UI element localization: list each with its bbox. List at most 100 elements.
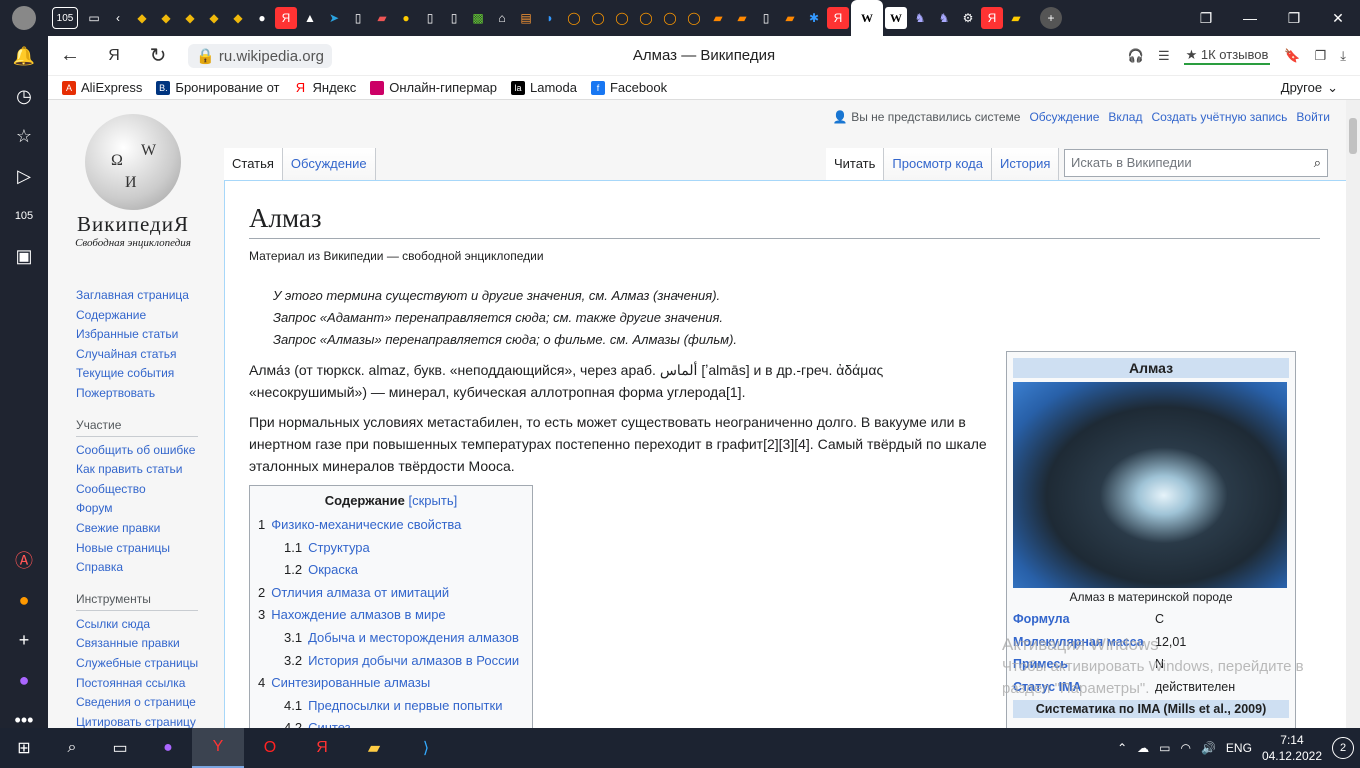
nav-help[interactable]: Справка [76,558,226,578]
tray-expand-icon[interactable]: ⌃ [1117,741,1127,755]
tab-favicon[interactable]: ▰ [1005,7,1027,29]
tab-favicon[interactable]: ▩ [467,7,489,29]
nav-forum[interactable]: Форум [76,499,226,519]
github-tab-icon[interactable]: ● [251,7,273,29]
document-tab-icon[interactable]: ▯ [443,7,465,29]
tab-favicon[interactable]: ♞ [933,7,955,29]
wikipedia-tab-icon[interactable]: W [885,7,907,29]
yandex-tab-icon[interactable]: Я [981,7,1003,29]
notification-center-icon[interactable]: 2 [1332,737,1354,759]
page-scrollbar[interactable] [1346,100,1360,732]
tab-view-source[interactable]: Просмотр кода [884,148,992,180]
document-tab-icon[interactable]: ▯ [347,7,369,29]
scrollbar-thumb[interactable] [1349,118,1357,154]
clock[interactable]: 7:14 04.12.2022 [1262,732,1322,764]
new-tab-group-icon[interactable]: ▭ [83,7,105,29]
headphones-icon[interactable]: 🎧 [1128,48,1144,64]
tab-favicon[interactable]: ◯ [587,7,609,29]
toc-item[interactable]: 3.2 История добычи алмазов в России [258,650,524,673]
wikipedia-logo[interactable]: Ω W И ВикипедиЯ Свободная энциклопедия [68,114,198,249]
reload-icon[interactable]: ↻ [136,43,180,68]
bookmark-icon[interactable]: 🔖 [1284,48,1300,64]
toc-toggle[interactable]: [скрыть] [409,493,458,508]
nav-related-changes[interactable]: Связанные правки [76,634,226,654]
tab-favicon[interactable]: ● [395,7,417,29]
book-tab-icon[interactable]: ▰ [707,7,729,29]
star-icon[interactable]: ☆ [0,116,48,156]
yandex-browser-app[interactable]: Y [192,728,244,768]
toc-item[interactable]: 3.1 Добыча и месторождения алмазов [258,627,524,650]
link-login[interactable]: Войти [1296,110,1330,124]
new-tab-icon[interactable]: + [1040,7,1062,29]
url-field[interactable]: 🔒 ru.wikipedia.org [188,43,332,68]
nav-new-pages[interactable]: Новые страницы [76,539,226,559]
yandex-home-icon[interactable]: Я [92,47,136,65]
nav-recent-changes[interactable]: Свежие правки [76,519,226,539]
history-icon[interactable]: ◷ [0,76,48,116]
nav-contents[interactable]: Содержание [76,306,226,326]
link-talk[interactable]: Обсуждение [1029,110,1099,124]
nav-report-error[interactable]: Сообщить об ошибке [76,441,226,461]
tab-favicon[interactable]: ◆ [203,7,225,29]
settings-tab-icon[interactable]: ⚙ [957,7,979,29]
tab-favicon[interactable]: ◯ [635,7,657,29]
nav-featured[interactable]: Избранные статьи [76,325,226,345]
document-tab-icon[interactable]: ▯ [755,7,777,29]
back-tabs-icon[interactable]: ‹ [107,7,129,29]
tab-favicon[interactable]: ▤ [515,7,537,29]
tab-favicon[interactable]: ✱ [803,7,825,29]
bookmarks-other[interactable]: Другое ⌄ [1281,80,1338,96]
bookmark-hypermarket[interactable]: Онлайн-гипермар [370,80,497,95]
telegram-tab-icon[interactable]: ➤ [323,7,345,29]
search-icon[interactable]: ⌕ [1314,155,1321,171]
diamond-photo[interactable] [1013,382,1287,588]
bookmark-yandex[interactable]: Я Яндекс [294,80,356,95]
yandex-tab-icon[interactable]: Я [827,7,849,29]
nav-community[interactable]: Сообщество [76,480,226,500]
link-create-account[interactable]: Создать учётную запись [1151,110,1287,124]
tab-favicon[interactable]: ◗ [539,7,561,29]
search-taskbar-icon[interactable]: ⌕ [48,728,96,768]
toc-item[interactable]: 1 Физико-механические свойства [258,514,524,537]
zen-icon[interactable]: ● [0,580,48,620]
tab-talk[interactable]: Обсуждение [282,148,376,180]
nav-what-links-here[interactable]: Ссылки сюда [76,615,226,635]
nav-donate[interactable]: Пожертвовать [76,384,226,404]
search-input[interactable]: Искать в Википедии ⌕ [1064,149,1328,177]
nav-how-to-edit[interactable]: Как править статьи [76,460,226,480]
nav-permanent-link[interactable]: Постоянная ссылка [76,674,226,694]
tab-favicon[interactable]: ▰ [371,7,393,29]
close-icon[interactable]: ✕ [1316,0,1360,36]
opera-app[interactable]: O [244,728,296,768]
translate-icon[interactable]: Ⓐ [0,540,48,580]
profile-avatar[interactable] [0,0,48,36]
vscode-app[interactable]: ⟩ [400,728,452,768]
toc-item[interactable]: 3 Нахождение алмазов в мире [258,604,524,627]
reader-mode-icon[interactable]: ☰ [1158,48,1170,64]
nav-current-events[interactable]: Текущие события [76,364,226,384]
minimize-icon[interactable]: — [1228,0,1272,36]
download-icon[interactable]: ⤓ [1340,48,1346,64]
play-icon[interactable]: ▷ [0,156,48,196]
tab-favicon[interactable]: ◯ [563,7,585,29]
tab-favicon[interactable]: ◯ [683,7,705,29]
toc-item[interactable]: 2 Отличия алмаза от имитаций [258,582,524,605]
wifi-icon[interactable]: ◠ [1180,741,1190,755]
tab-favicon[interactable]: ◆ [179,7,201,29]
toc-item[interactable]: 1.2 Окраска [258,559,524,582]
toc-item[interactable]: 1.1 Структура [258,537,524,560]
collections-button-icon[interactable]: ❐ [1315,48,1327,64]
tab-favicon[interactable]: ◯ [659,7,681,29]
tab-article[interactable]: Статья [224,148,283,180]
toc-item[interactable]: 4 Синтезированные алмазы [258,672,524,695]
back-icon[interactable]: ← [48,44,92,67]
tray-app-icon[interactable]: ▭ [1159,741,1170,755]
yandex-tab-icon[interactable]: Я [275,7,297,29]
document-tab-icon[interactable]: ▯ [419,7,441,29]
tabs-counter-icon[interactable]: 105 [0,196,48,236]
nav-random[interactable]: Случайная статья [76,345,226,365]
alice-icon[interactable]: ● [0,660,48,700]
alice-taskbar-icon[interactable]: ● [144,728,192,768]
reviews-button[interactable]: ★ 1К отзывов [1183,47,1271,65]
book-tab-icon[interactable]: ▰ [779,7,801,29]
